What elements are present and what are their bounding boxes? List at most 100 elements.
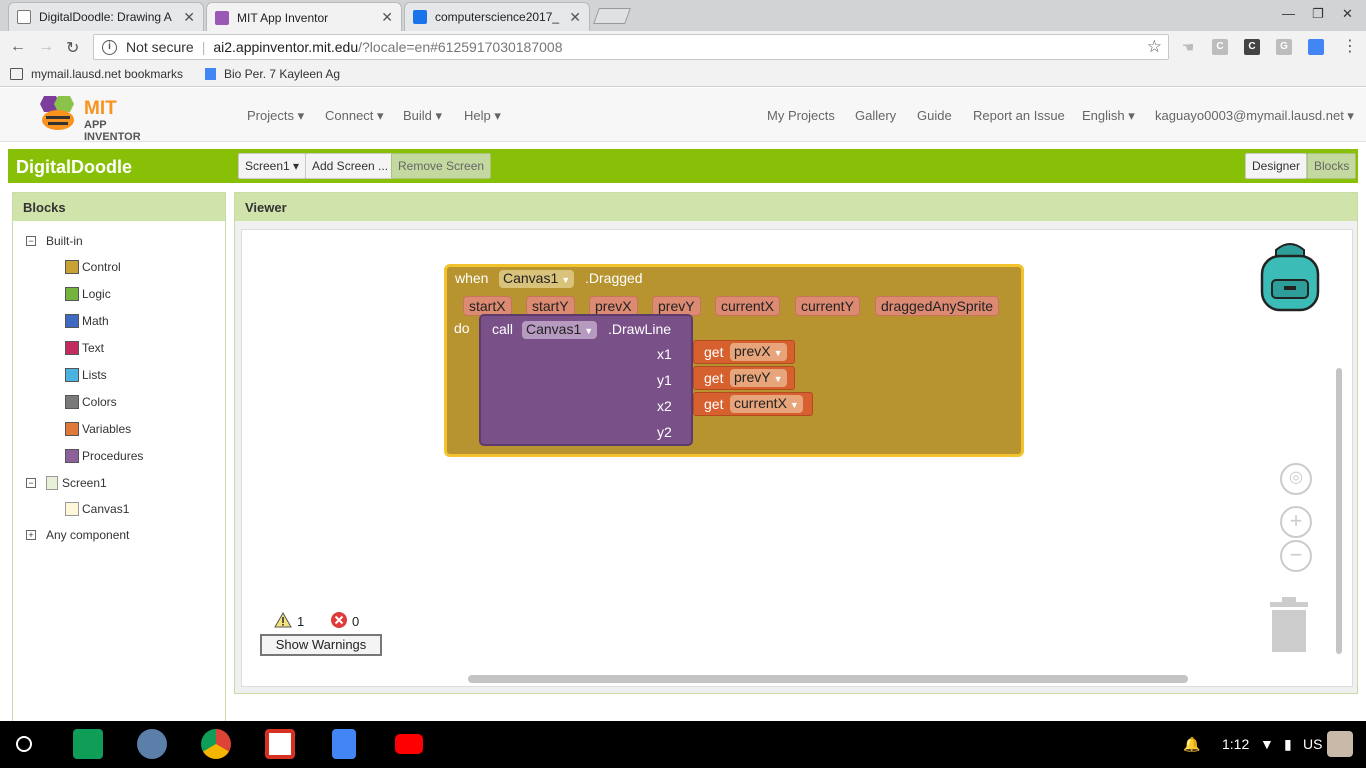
trash-icon[interactable] — [1268, 596, 1310, 654]
vertical-scrollbar[interactable] — [1336, 368, 1342, 654]
extension-g-icon[interactable]: G — [1276, 39, 1292, 55]
screen-select[interactable]: Screen1 ▾ — [238, 153, 307, 179]
add-screen-button[interactable]: Add Screen ... — [305, 153, 396, 179]
horizontal-scrollbar[interactable] — [468, 675, 1188, 683]
variable-dropdown[interactable]: currentX ▼ — [730, 395, 803, 413]
menu-help[interactable]: Help ▾ — [464, 108, 501, 124]
builtin-procedures[interactable]: Procedures — [65, 449, 143, 463]
back-icon[interactable]: ← — [10, 38, 26, 56]
menu-projects[interactable]: Projects ▾ — [247, 108, 304, 124]
builtin-variables[interactable]: Variables — [65, 422, 131, 436]
method-name: .DrawLine — [608, 321, 672, 337]
address-bar[interactable]: i Not secure | ai2.appinventor.mit.edu/?… — [93, 34, 1169, 60]
designer-button[interactable]: Designer — [1245, 153, 1308, 179]
bookmark-star-icon[interactable]: ☆ — [1147, 37, 1162, 57]
forward-icon[interactable]: → — [38, 38, 54, 56]
account-menu[interactable]: kaguayo0003@mymail.lausd.net ▾ — [1155, 108, 1354, 124]
event-name: .Dragged — [585, 270, 643, 286]
extension-hand-icon[interactable]: ☚ — [1180, 39, 1196, 55]
param-currentY[interactable]: currentY — [795, 296, 860, 316]
notifications-icon[interactable]: 🔔 — [1183, 736, 1200, 753]
chrome-menu-icon[interactable]: ⋮ — [1342, 36, 1358, 56]
tree-screen1[interactable]: − Screen1 — [26, 476, 107, 490]
param-prevY[interactable]: prevY — [652, 296, 701, 316]
get-block-prevX[interactable]: get prevX ▼ — [693, 340, 795, 364]
gmail-app-icon[interactable] — [265, 729, 295, 759]
security-app-icon[interactable] — [137, 729, 167, 759]
avatar[interactable] — [1327, 731, 1353, 757]
browser-tab-computerscience[interactable]: computerscience2017_ ✕ — [404, 2, 590, 31]
minimize-icon[interactable]: — — [1282, 6, 1295, 21]
get-block-prevY[interactable]: get prevY ▼ — [693, 366, 795, 390]
classroom-app-icon[interactable] — [73, 729, 103, 759]
collapse-icon[interactable]: − — [26, 478, 36, 488]
builtin-math[interactable]: Math — [65, 314, 109, 328]
tree-builtin[interactable]: − Built-in — [26, 234, 83, 248]
bee-logo-icon — [40, 96, 74, 130]
get-block-currentX[interactable]: get currentX ▼ — [693, 392, 813, 416]
reload-icon[interactable]: ↻ — [66, 38, 79, 58]
bookmark-folder[interactable]: mymail.lausd.net bookmarks — [10, 67, 183, 81]
browser-tab-app-inventor[interactable]: MIT App Inventor ✕ — [206, 2, 402, 32]
language-select[interactable]: English ▾ — [1082, 108, 1135, 124]
close-window-icon[interactable]: ✕ — [1342, 6, 1353, 22]
launcher-icon[interactable] — [16, 736, 32, 752]
battery-icon[interactable]: ▮ — [1284, 736, 1292, 753]
new-tab-button[interactable] — [593, 8, 631, 24]
param-currentX[interactable]: currentX — [715, 296, 780, 316]
maximize-icon[interactable]: ❐ — [1312, 6, 1324, 22]
wifi-icon[interactable]: ▼ — [1260, 736, 1274, 752]
zoom-in-icon[interactable]: + — [1280, 506, 1312, 538]
bookmark-doc[interactable]: Bio Per. 7 Kayleen Ag — [205, 67, 340, 81]
extension-c-icon[interactable]: C — [1212, 39, 1228, 55]
link-report-issue[interactable]: Report an Issue — [973, 108, 1065, 123]
extension-blue-icon[interactable] — [1308, 39, 1324, 55]
youtube-app-icon[interactable] — [395, 734, 423, 754]
collapse-icon[interactable]: − — [26, 236, 36, 246]
component-dropdown[interactable]: Canvas1 ▼ — [499, 270, 575, 288]
param-startX[interactable]: startX — [463, 296, 512, 316]
expand-icon[interactable]: + — [26, 530, 36, 540]
tree-canvas1[interactable]: Canvas1 — [65, 502, 129, 516]
browser-toolbar: ← → ↻ i Not secure | ai2.appinventor.mit… — [0, 31, 1366, 63]
info-icon[interactable]: i — [102, 39, 117, 55]
link-guide[interactable]: Guide — [917, 108, 952, 123]
call-block-drawline[interactable]: call Canvas1 ▼ .DrawLine x1 y1 x2 y2 — [479, 314, 693, 446]
call-component-dropdown[interactable]: Canvas1 ▼ — [522, 321, 598, 339]
extension-c-dark-icon[interactable]: C — [1244, 39, 1260, 55]
call-label: call — [492, 321, 514, 337]
menu-connect[interactable]: Connect ▾ — [325, 108, 384, 124]
tree-any-component[interactable]: + Any component — [26, 528, 129, 542]
clock[interactable]: 1:12 — [1222, 736, 1249, 752]
app-inventor-logo[interactable]: MIT APP INVENTOR — [36, 94, 166, 143]
recenter-icon[interactable]: ◎ — [1280, 463, 1312, 495]
close-tab-icon[interactable]: ✕ — [381, 9, 393, 26]
param-startY[interactable]: startY — [526, 296, 575, 316]
zoom-out-icon[interactable]: − — [1280, 540, 1312, 572]
remove-screen-button[interactable]: Remove Screen — [391, 153, 492, 179]
builtin-control[interactable]: Control — [65, 260, 121, 274]
chrome-app-icon[interactable] — [201, 729, 231, 759]
show-warnings-button[interactable]: Show Warnings — [260, 634, 382, 656]
link-my-projects[interactable]: My Projects — [767, 108, 835, 123]
blocks-button[interactable]: Blocks — [1307, 153, 1357, 179]
param-draggedAnySprite[interactable]: draggedAnySprite — [875, 296, 1000, 316]
param-prevX[interactable]: prevX — [589, 296, 638, 316]
link-gallery[interactable]: Gallery — [855, 108, 896, 123]
category-color-swatch — [65, 395, 79, 409]
backpack-icon[interactable] — [1256, 242, 1324, 312]
blocks-workspace[interactable]: when Canvas1 ▼ .Dragged startX startY pre… — [241, 229, 1353, 687]
close-tab-icon[interactable]: ✕ — [183, 9, 195, 26]
input-locale[interactable]: US — [1303, 736, 1322, 752]
browser-tab-digitaldoodle[interactable]: DigitalDoodle: Drawing A ✕ — [8, 2, 204, 31]
close-tab-icon[interactable]: ✕ — [569, 9, 581, 26]
variable-dropdown[interactable]: prevY ▼ — [730, 369, 787, 387]
variable-dropdown[interactable]: prevX ▼ — [730, 343, 787, 361]
docs-app-icon[interactable] — [332, 729, 356, 759]
builtin-lists[interactable]: Lists — [65, 368, 107, 382]
builtin-logic[interactable]: Logic — [65, 287, 111, 301]
menu-build[interactable]: Build ▾ — [403, 108, 442, 124]
tree-label: Built-in — [46, 234, 83, 248]
builtin-text[interactable]: Text — [65, 341, 104, 355]
builtin-colors[interactable]: Colors — [65, 395, 117, 409]
